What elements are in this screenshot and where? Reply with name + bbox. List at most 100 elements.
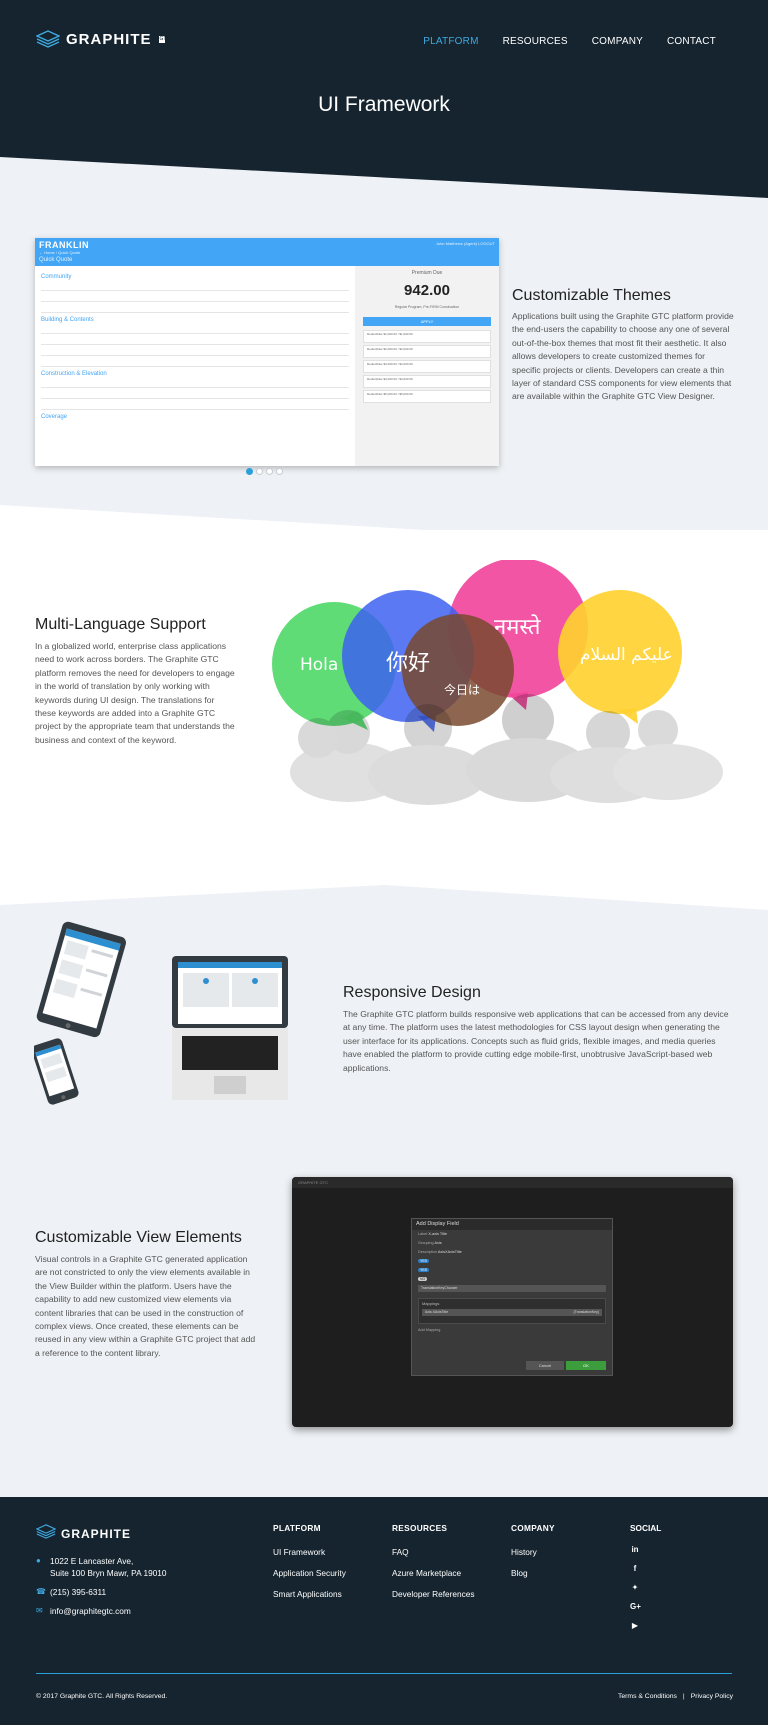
affects-render-toggle: YES [418, 1259, 430, 1263]
localize-toggle: YES [418, 1268, 430, 1272]
themes-heading: Customizable Themes [512, 287, 671, 304]
footer-col-title: PLATFORM [273, 1523, 321, 1533]
mappings-box: Mappings Axis.XAxisTitle {TranslationKey} [418, 1298, 606, 1324]
footer-link-history[interactable]: History [511, 1547, 555, 1557]
screenshot-breadcrumb: ← Home / Quick Quote [39, 250, 81, 255]
form-row [41, 291, 349, 302]
carousel-dots [246, 468, 283, 475]
add-display-field-dialog: Add Display Field Label X-axis Title Gro… [411, 1218, 613, 1376]
dialog-cancel-button: Cancel [526, 1361, 564, 1370]
screenshot-user: John Matthews (Agent) LOGOUT [435, 241, 495, 246]
tablet-icon [36, 921, 126, 1038]
google-plus-icon[interactable]: G+ [630, 1602, 641, 1611]
nav-company[interactable]: COMPANY [592, 36, 643, 47]
view-elements-body: Visual controls in a Graphite GTC genera… [35, 1254, 256, 1358]
main-nav: PLATFORM RESOURCES COMPANY CONTACT [423, 36, 716, 47]
logo[interactable]: GRAPHITE GTC [36, 30, 171, 48]
footer-link-developer-references[interactable]: Developer References [392, 1589, 475, 1599]
bubble-text-chinese: 你好 [386, 651, 430, 676]
carousel-dot[interactable] [276, 468, 283, 475]
dialog-toggle-row: NO [412, 1275, 612, 1284]
footer-divider [36, 1673, 732, 1674]
laptop-icon [172, 956, 288, 1100]
footer-legal: Terms & Conditions | Privacy Policy [618, 1693, 733, 1700]
logo-badge: GTC [158, 35, 171, 43]
privacy-link[interactable]: Privacy Policy [691, 1693, 733, 1700]
screenshot-premium-panel: Premium Due 942.00 Regular Program, Pre-… [355, 266, 499, 466]
footer-col-resources: RESOURCES FAQ Azure Marketplace Develope… [392, 1523, 475, 1610]
nav-platform[interactable]: PLATFORM [423, 36, 478, 47]
view-elements-heading: Customizable View Elements [35, 1229, 242, 1246]
facebook-icon[interactable]: f [630, 1564, 640, 1573]
youtube-icon[interactable]: ▶ [630, 1621, 640, 1630]
premium-label: Premium Due [411, 270, 443, 276]
deductible-card: Deductibles $4,000.00 / $4,000.00 [363, 375, 491, 388]
form-row [41, 345, 349, 356]
footer-address: ● 1022 E Lancaster Ave, Suite 100 Bryn Ma… [36, 1556, 167, 1578]
footer-link-smart-applications[interactable]: Smart Applications [273, 1589, 346, 1599]
screenshot-page-name: Quick Quote [39, 257, 73, 263]
responsive-devices-illustration [34, 921, 288, 1105]
footer-link-ui-framework[interactable]: UI Framework [273, 1547, 346, 1557]
graphite-logo-icon [35, 1524, 57, 1544]
form-row [41, 399, 349, 410]
form-row [41, 388, 349, 399]
footer-link-faq[interactable]: FAQ [392, 1547, 475, 1557]
bubble-text-japanese: 今日は [444, 682, 480, 697]
deductible-card: Deductibles $1,000.00 / $1,000.00 [363, 330, 491, 343]
carousel-dot[interactable] [266, 468, 273, 475]
bubble-text-namaste: नमस्ते [494, 614, 541, 640]
deductible-card: Deductibles $3,000.00 / $3,000.00 [363, 360, 491, 373]
dialog-field: Description AxisXAxisTitle [418, 1250, 462, 1254]
footer-link-blog[interactable]: Blog [511, 1568, 555, 1578]
language-bubbles-illustration: Hola 你好 今日は नमस्ते عليكم السلام [272, 560, 723, 805]
dialog-field: Label X-axis Title [418, 1232, 447, 1236]
footer-link-azure-marketplace[interactable]: Azure Marketplace [392, 1568, 475, 1578]
form-row [41, 280, 349, 291]
bubble-text-arabic: عليكم السلام [580, 645, 673, 665]
premium-value: 942.00 [404, 282, 450, 299]
dialog-title: Add Display Field [412, 1219, 612, 1230]
view-builder-topbar: GRAPHITE GTC [292, 1177, 733, 1188]
themes-body: Applications built using the Graphite GT… [512, 311, 734, 402]
location-pin-icon: ● [36, 1556, 41, 1565]
nav-resources[interactable]: RESOURCES [503, 36, 568, 47]
form-row [41, 302, 349, 313]
footer-col-platform: PLATFORM UI Framework Application Securi… [273, 1523, 346, 1610]
responsive-heading: Responsive Design [343, 984, 481, 1001]
twitter-icon[interactable]: ✦ [630, 1583, 640, 1592]
premium-program: Regular Program, Pre-FIRM Construction [394, 305, 460, 309]
form-row [41, 323, 349, 334]
deductible-card: Deductibles $5,000.00 / $5,000.00 [363, 390, 491, 403]
dialog-toggle-row: YES [412, 1266, 612, 1275]
terms-link[interactable]: Terms & Conditions [618, 1693, 677, 1700]
footer-contact: ● 1022 E Lancaster Ave, Suite 100 Bryn Ma… [36, 1555, 167, 1624]
apply-button: APPLY [363, 317, 491, 326]
footer-link-application-security[interactable]: Application Security [273, 1568, 346, 1578]
linkedin-icon[interactable]: in [630, 1545, 640, 1554]
phone-icon [34, 1038, 79, 1105]
legal-separator: | [682, 1693, 685, 1700]
themes-screenshot: FRANKLIN ← Home / Quick Quote Quick Quot… [35, 238, 499, 466]
graphite-logo-icon [36, 30, 60, 48]
footer-logo[interactable]: GRAPHITE [35, 1524, 131, 1544]
screenshot-brand: FRANKLIN [39, 240, 89, 250]
form-row [41, 377, 349, 388]
logo-text: GRAPHITE [66, 30, 152, 48]
add-mapping-link: Add Mapping [418, 1328, 441, 1332]
carousel-dot[interactable] [256, 468, 263, 475]
footer-col-title: RESOURCES [392, 1523, 448, 1533]
footer-phone[interactable]: ☎ (215) 395-6311 [36, 1586, 167, 1598]
page-title: UI Framework [318, 93, 450, 116]
nav-contact[interactable]: CONTACT [667, 36, 716, 47]
form-section-title: Coverage [41, 414, 68, 420]
dialog-field: Grouping Axis [418, 1241, 442, 1245]
language-body: In a globalized world, enterprise class … [35, 641, 235, 745]
screenshot-topbar: FRANKLIN ← Home / Quick Quote Quick Quot… [35, 238, 499, 266]
carousel-dot[interactable] [246, 468, 253, 475]
dialog-ok-button: OK [566, 1361, 606, 1370]
screenshot-form: Community Building & Contents Constructi… [35, 266, 355, 466]
footer-email[interactable]: ✉ info@graphitegtc.com [36, 1605, 167, 1617]
phone-icon: ☎ [36, 1587, 46, 1596]
mapping-row: Axis.XAxisTitle {TranslationKey} [422, 1309, 602, 1316]
